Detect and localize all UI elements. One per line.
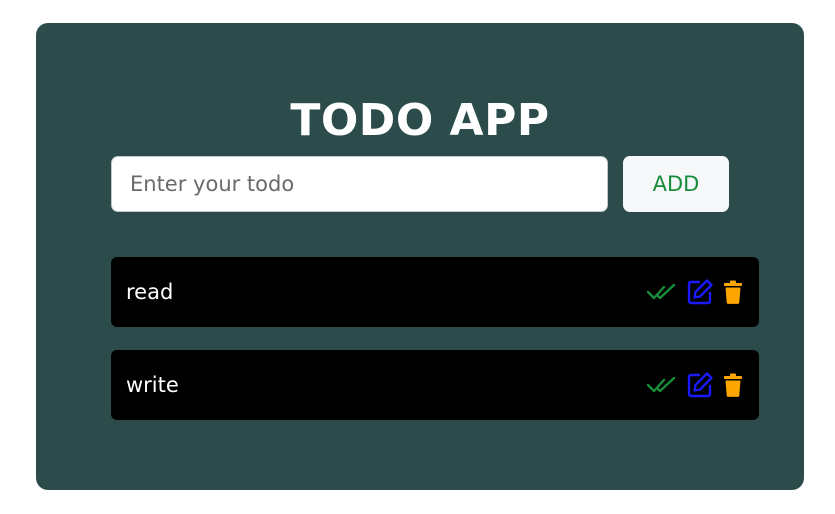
todo-list: read write	[111, 257, 759, 443]
edit-icon[interactable]	[686, 371, 714, 399]
todo-item: write	[111, 350, 759, 420]
todo-card: TODO APP ADD read	[36, 23, 804, 490]
add-button[interactable]: ADD	[623, 156, 729, 212]
todo-item-text: write	[126, 373, 179, 397]
todo-input[interactable]	[111, 156, 608, 212]
todo-item-actions	[647, 257, 743, 327]
todo-item-text: read	[126, 280, 174, 304]
todo-item: read	[111, 257, 759, 327]
todo-item-actions	[647, 350, 743, 420]
trash-icon[interactable]	[723, 373, 743, 397]
edit-icon[interactable]	[686, 278, 714, 306]
trash-icon[interactable]	[723, 280, 743, 304]
double-check-icon[interactable]	[647, 282, 677, 302]
double-check-icon[interactable]	[647, 375, 677, 395]
page-title: TODO APP	[290, 95, 550, 146]
